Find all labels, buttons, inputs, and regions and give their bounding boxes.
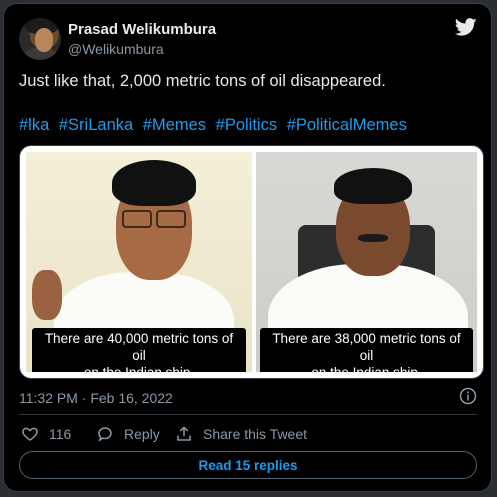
left-person-glasses-right (156, 210, 186, 228)
left-caption: There are 40,000 metric tons of oil on t… (32, 328, 246, 372)
left-person-glasses-left (122, 210, 152, 228)
media-panel-left: There are 40,000 metric tons of oil on t… (26, 152, 252, 372)
avatar-face (35, 28, 53, 52)
twitter-bird-icon[interactable] (455, 16, 477, 38)
author-avatar[interactable] (19, 18, 61, 60)
right-person-hair (334, 168, 412, 204)
share-label: Share this Tweet (203, 426, 308, 442)
hashtag-politics[interactable]: #Politics (216, 116, 277, 134)
right-caption: There are 38,000 metric tons of oil on t… (260, 328, 473, 372)
read-replies-button[interactable]: Read 15 replies (19, 451, 477, 479)
right-caption-line1: There are 38,000 metric tons of oil (272, 331, 461, 363)
hashtag-list: #lka #SriLanka #Memes #Politics #Politic… (19, 114, 412, 136)
share-icon (177, 426, 191, 441)
heart-icon (22, 427, 38, 441)
left-caption-line1: There are 40,000 metric tons of oil (44, 331, 234, 363)
tweet-card: Prasad Welikumbura @Welikumbura Just lik… (3, 3, 492, 492)
hashtag-srilanka[interactable]: #SriLanka (59, 116, 133, 134)
left-person-hair (112, 160, 196, 206)
info-icon[interactable] (459, 387, 477, 405)
left-caption-line2: on the Indian ship. (37, 364, 241, 372)
like-action[interactable]: 116 (21, 425, 71, 443)
tweet-timestamp[interactable]: 11:32 PM · Feb 16, 2022 (19, 390, 173, 406)
author-name[interactable]: Prasad Welikumbura (68, 21, 216, 38)
speech-bubble-icon (98, 427, 112, 442)
reply-action[interactable]: Reply (96, 425, 160, 443)
media-panel-right: There are 38,000 metric tons of oil on t… (256, 152, 477, 372)
like-count: 116 (49, 426, 72, 442)
hashtag-memes[interactable]: #Memes (143, 116, 206, 134)
tweet-media-image[interactable]: There are 40,000 metric tons of oil on t… (19, 145, 484, 379)
right-person-mustache (358, 234, 388, 242)
hashtag-lka[interactable]: #lka (19, 116, 49, 134)
left-person-hand (32, 270, 62, 320)
share-action[interactable]: Share this Tweet (175, 425, 307, 443)
hashtag-politicalmemes[interactable]: #PoliticalMemes (287, 116, 407, 134)
tweet-text: Just like that, 2,000 metric tons of oil… (19, 72, 386, 90)
reply-label: Reply (124, 426, 160, 442)
author-handle[interactable]: @Welikumbura (68, 41, 164, 57)
right-caption-line2: on the Indian ship. (265, 364, 468, 372)
divider (19, 414, 477, 415)
